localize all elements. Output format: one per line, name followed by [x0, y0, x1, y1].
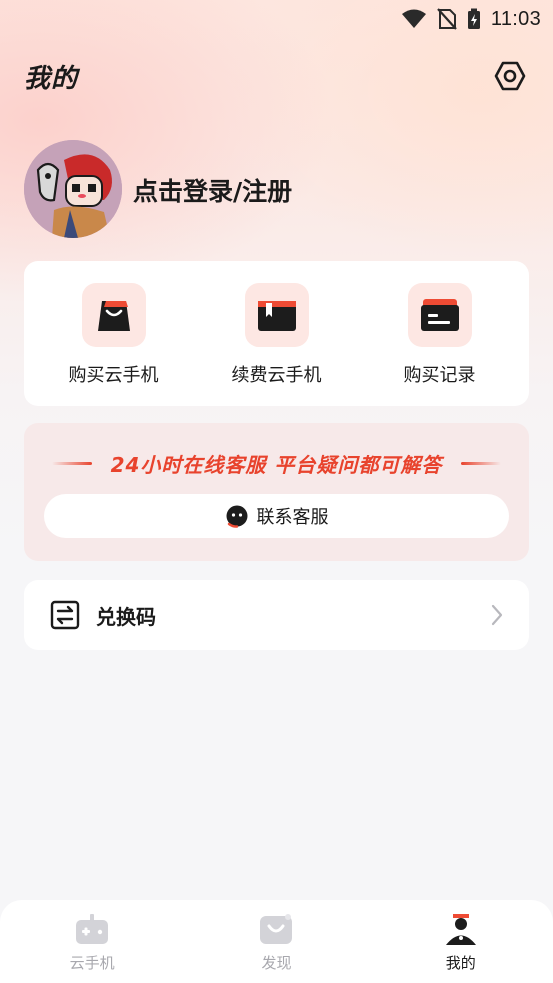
shopping-bag-icon — [81, 283, 146, 347]
chevron-right-icon — [491, 604, 503, 626]
status-bar: 11:03 — [0, 0, 553, 38]
redeem-code-row[interactable]: 兑换码 — [24, 580, 529, 650]
gamepad-icon — [74, 912, 110, 946]
renew-box-icon — [244, 283, 309, 347]
wifi-icon — [401, 9, 427, 29]
tab-mine[interactable]: 我的 — [401, 900, 521, 983]
contact-service-label: 联系客服 — [256, 507, 329, 528]
shortcut-buy-cloud-phone[interactable]: 购买云手机 — [39, 261, 189, 406]
discover-icon — [258, 912, 294, 946]
service-slogan: 24小时在线客服 平台疑问都可解答 — [110, 453, 443, 477]
status-time: 11:03 — [490, 7, 541, 30]
avatar-illustration — [24, 140, 122, 238]
contact-service-button[interactable]: 联系客服 — [44, 494, 509, 538]
tab-label: 我的 — [445, 954, 476, 972]
exchange-icon — [50, 600, 80, 630]
login-register-link[interactable]: 点击登录/注册 — [133, 172, 292, 208]
avatar[interactable] — [24, 140, 122, 238]
customer-service-card: 24小时在线客服 平台疑问都可解答 联系客服 — [24, 423, 529, 561]
shortcut-renew-cloud-phone[interactable]: 续费云手机 — [202, 261, 352, 406]
slogan-line-right — [461, 462, 501, 465]
no-sim-icon — [437, 8, 457, 30]
settings-button[interactable] — [492, 58, 528, 94]
tab-cloud-phone[interactable]: 云手机 — [32, 900, 152, 983]
battery-charging-icon — [467, 8, 481, 30]
shortcut-label: 续费云手机 — [231, 365, 322, 386]
record-card-icon — [407, 283, 472, 347]
shortcuts-card: 购买云手机 续费云手机 购买记录 — [24, 261, 529, 406]
bottom-tab-bar: 云手机 发现 我的 — [0, 900, 553, 983]
shortcut-label: 购买记录 — [403, 365, 476, 386]
profile-icon — [443, 912, 479, 946]
tab-label: 云手机 — [69, 954, 115, 972]
redeem-code-label: 兑换码 — [96, 604, 156, 629]
page-title-text: 我的 — [24, 64, 79, 94]
settings-icon — [494, 60, 526, 92]
tab-label: 发现 — [261, 954, 292, 972]
chat-bot-icon — [225, 504, 249, 528]
tab-discover[interactable]: 发现 — [216, 900, 336, 983]
shortcut-purchase-records[interactable]: 购买记录 — [365, 261, 515, 406]
shortcut-label: 购买云手机 — [68, 365, 159, 386]
page-title: 我的 — [22, 58, 79, 95]
